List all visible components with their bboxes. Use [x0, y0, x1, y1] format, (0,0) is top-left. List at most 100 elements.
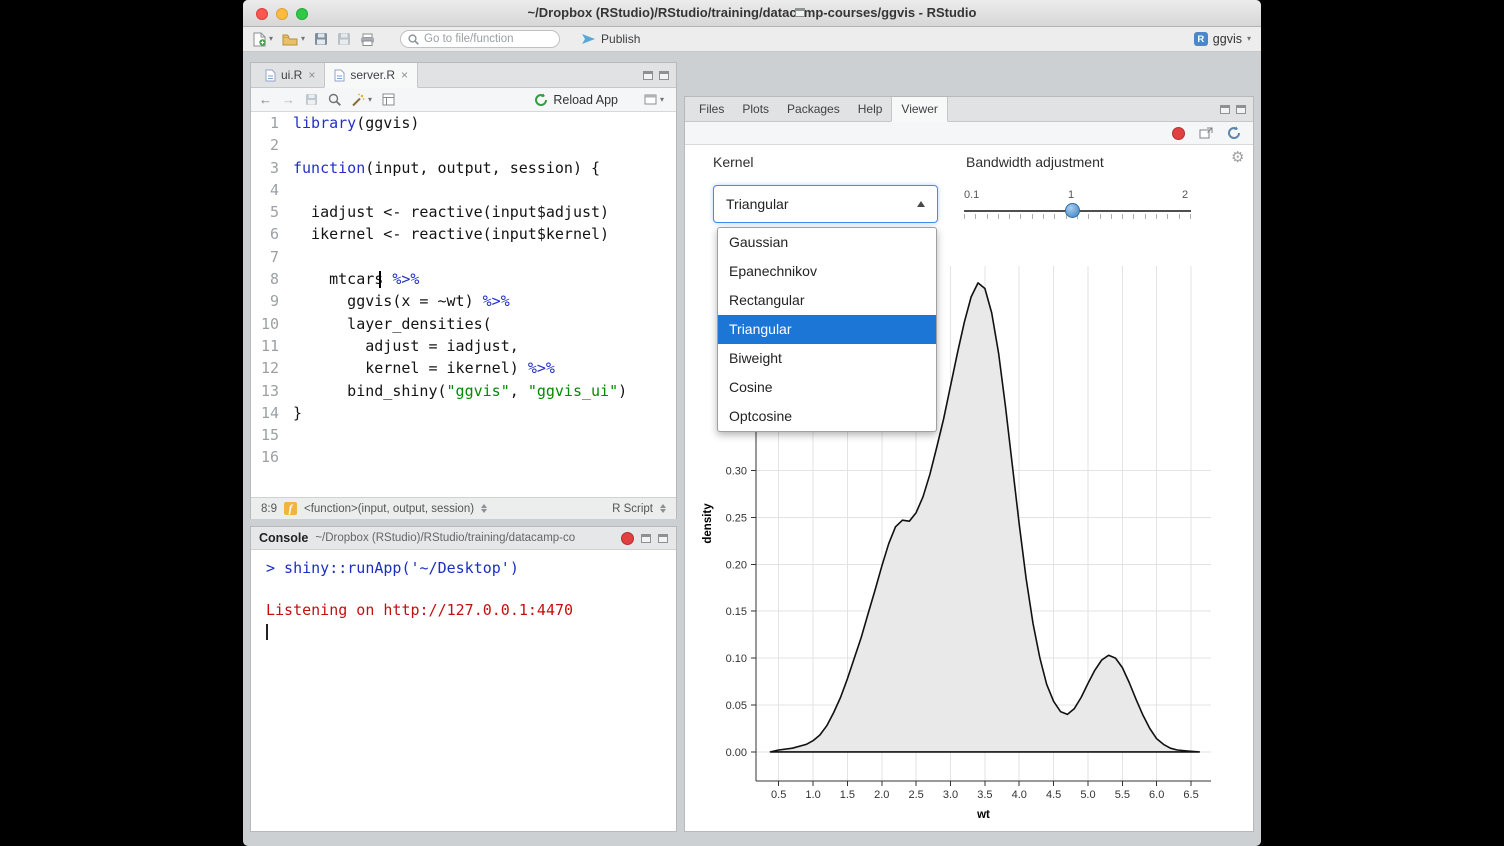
goto-file-input[interactable] [424, 33, 578, 45]
minimize-pane-icon[interactable] [643, 71, 653, 80]
code-editor[interactable]: 1library(ggvis)23function(input, output,… [251, 112, 676, 497]
run-options-button[interactable]: ▾ [644, 94, 664, 105]
file-type-chooser-icon[interactable] [660, 504, 666, 513]
close-tab-icon[interactable]: × [308, 68, 315, 82]
zoom-window-button[interactable] [296, 8, 308, 20]
slider-min-label: 0.1 [964, 189, 979, 201]
svg-text:wt: wt [976, 809, 990, 821]
svg-text:2.5: 2.5 [908, 789, 923, 801]
code-line: 15 [251, 424, 676, 446]
new-file-button[interactable]: ▾ [253, 32, 273, 47]
editor-statusbar: 8:9 f <function>(input, output, session)… [251, 497, 676, 519]
scope-selector[interactable]: <function>(input, output, session) [304, 503, 474, 515]
scope-chooser-icon[interactable] [481, 504, 487, 513]
svg-text:1.5: 1.5 [840, 789, 855, 801]
tab-plots[interactable]: Plots [733, 97, 778, 121]
caret-down-icon: ▾ [368, 96, 372, 104]
tab-label: server.R [350, 68, 395, 82]
rstudio-window: ~/Dropbox (RStudio)/RStudio/training/dat… [243, 0, 1261, 846]
cursor-position-label: 8:9 [261, 503, 277, 515]
console-line: Listening on http://127.0.0.1:4470 [266, 600, 676, 621]
svg-text:0.20: 0.20 [726, 559, 747, 571]
minimize-pane-icon[interactable] [641, 534, 651, 543]
tab-ui-r[interactable]: ui.R × [256, 63, 324, 87]
maximize-pane-icon[interactable] [658, 534, 668, 543]
maximize-pane-icon[interactable] [795, 8, 805, 17]
save-all-icon[interactable] [337, 32, 351, 46]
close-tab-icon[interactable]: × [401, 68, 408, 82]
svg-text:0.00: 0.00 [726, 747, 747, 759]
tab-help[interactable]: Help [849, 97, 892, 121]
svg-text:2.0: 2.0 [874, 789, 889, 801]
reload-app-button[interactable]: Reload App [534, 93, 618, 107]
goto-file-search[interactable] [400, 30, 560, 48]
minimize-pane-icon[interactable] [1220, 105, 1230, 114]
svg-text:0.5: 0.5 [771, 789, 786, 801]
open-in-new-window-icon[interactable] [1199, 127, 1213, 139]
forward-icon[interactable]: → [282, 92, 295, 107]
console-content[interactable]: > shiny::runApp('~/Desktop') Listening o… [251, 550, 676, 831]
save-icon[interactable] [305, 93, 318, 106]
kernel-option-rectangular[interactable]: Rectangular [718, 286, 936, 315]
tab-label: Packages [787, 102, 840, 116]
code-line: 6 ikernel <- reactive(input$kernel) [251, 223, 676, 245]
code-line: 2 [251, 134, 676, 156]
publish-button[interactable]: Publish [581, 32, 640, 46]
publish-icon [581, 33, 596, 45]
code-lines: 1library(ggvis)23function(input, output,… [251, 112, 676, 469]
editor-toolbar: ← → ▾ Reload App ▾ [251, 88, 676, 112]
svg-text:4.5: 4.5 [1046, 789, 1061, 801]
tab-label: Viewer [901, 102, 937, 116]
compile-report-icon[interactable] [382, 93, 395, 106]
source-tabbar: ui.R × server.R × [251, 63, 676, 88]
tab-packages[interactable]: Packages [778, 97, 849, 121]
svg-text:6.0: 6.0 [1149, 789, 1164, 801]
function-scope-icon: f [284, 502, 297, 515]
tab-viewer[interactable]: Viewer [891, 97, 947, 122]
svg-text:density: density [702, 503, 714, 544]
tab-server-r[interactable]: server.R × [324, 63, 418, 88]
kernel-option-triangular[interactable]: Triangular [718, 315, 936, 344]
kernel-option-cosine[interactable]: Cosine [718, 373, 936, 402]
svg-text:0.15: 0.15 [726, 606, 747, 618]
code-line: 5 iadjust <- reactive(input$adjust) [251, 201, 676, 223]
kernel-option-epanechnikov[interactable]: Epanechnikov [718, 257, 936, 286]
slider-mid-label: 1 [1068, 189, 1074, 201]
svg-text:6.5: 6.5 [1183, 789, 1198, 801]
console-stop-icon[interactable] [621, 532, 634, 545]
svg-text:0.10: 0.10 [726, 653, 747, 665]
code-line: 9 ggvis(x = ~wt) %>% [251, 290, 676, 312]
svg-text:5.5: 5.5 [1115, 789, 1130, 801]
find-replace-icon[interactable] [328, 93, 341, 106]
file-type-selector[interactable]: R Script [612, 503, 653, 515]
plot-settings-gear-icon[interactable]: ⚙ [1231, 148, 1244, 166]
console-lines: > shiny::runApp('~/Desktop') Listening o… [266, 558, 676, 621]
bandwidth-slider-handle[interactable] [1065, 203, 1080, 218]
console-line: > shiny::runApp('~/Desktop') [266, 558, 676, 579]
code-line: 3function(input, output, session) { [251, 157, 676, 179]
code-line: 11 adjust = iadjust, [251, 335, 676, 357]
maximize-pane-icon[interactable] [1236, 105, 1246, 114]
back-icon[interactable]: ← [259, 92, 272, 107]
console-line [266, 579, 676, 600]
kernel-option-biweight[interactable]: Biweight [718, 344, 936, 373]
tab-files[interactable]: Files [690, 97, 733, 121]
project-menu-button[interactable]: R ggvis ▾ [1194, 32, 1251, 46]
console-title: Console [259, 531, 308, 545]
refresh-icon[interactable] [1227, 126, 1241, 140]
code-tools-button[interactable]: ▾ [351, 93, 372, 107]
kernel-option-gaussian[interactable]: Gaussian [718, 228, 936, 257]
svg-text:5.0: 5.0 [1080, 789, 1095, 801]
stop-app-icon[interactable] [1172, 127, 1185, 140]
open-file-button[interactable]: ▾ [282, 33, 305, 46]
kernel-option-optcosine[interactable]: Optcosine [718, 402, 936, 431]
kernel-select[interactable]: Triangular [713, 185, 938, 223]
maximize-pane-icon[interactable] [659, 71, 669, 80]
save-icon[interactable] [314, 32, 328, 46]
print-icon[interactable] [360, 33, 375, 46]
shiny-app: ⚙ Kernel Triangular GaussianEpanechnikov… [685, 145, 1253, 831]
code-line: 16 [251, 446, 676, 468]
close-window-button[interactable] [256, 8, 268, 20]
project-label: ggvis [1213, 32, 1242, 46]
minimize-window-button[interactable] [276, 8, 288, 20]
